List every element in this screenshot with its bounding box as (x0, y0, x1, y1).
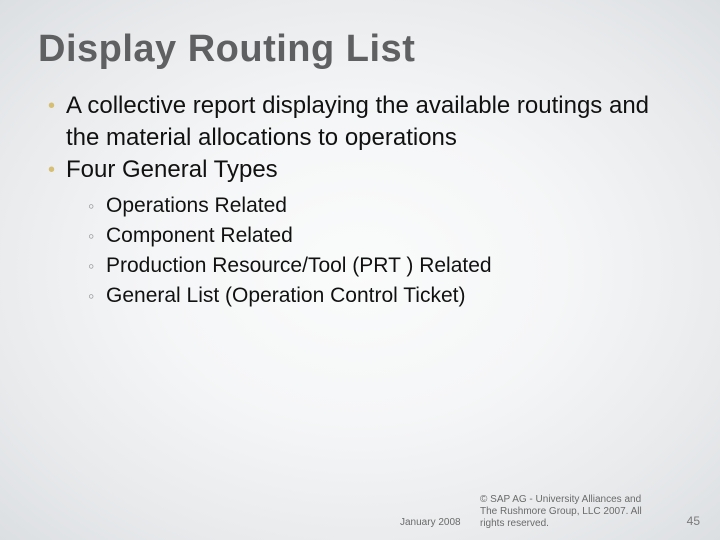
sub-bullet-icon: ◦ (88, 222, 106, 250)
bullet-text: A collective report displaying the avail… (66, 90, 680, 154)
bullet-item: • Four General Types (48, 154, 680, 186)
sub-bullet-list: ◦ Operations Related ◦ Component Related… (88, 192, 680, 310)
bullet-icon: • (48, 90, 66, 122)
slide-content: • A collective report displaying the ava… (48, 90, 680, 312)
footer-page-number: 45 (687, 514, 700, 528)
sub-bullet-icon: ◦ (88, 252, 106, 280)
bullet-text: Four General Types (66, 154, 278, 186)
sub-bullet-icon: ◦ (88, 282, 106, 310)
bullet-icon: • (48, 154, 66, 186)
sub-bullet-item: ◦ Component Related (88, 222, 680, 250)
bullet-item: • A collective report displaying the ava… (48, 90, 680, 154)
sub-bullet-icon: ◦ (88, 192, 106, 220)
sub-bullet-item: ◦ Production Resource/Tool (PRT ) Relate… (88, 252, 680, 280)
sub-bullet-item: ◦ Operations Related (88, 192, 680, 220)
sub-bullet-text: General List (Operation Control Ticket) (106, 282, 465, 310)
sub-bullet-text: Component Related (106, 222, 293, 250)
slide: Display Routing List • A collective repo… (0, 0, 720, 540)
sub-bullet-text: Operations Related (106, 192, 287, 220)
sub-bullet-text: Production Resource/Tool (PRT ) Related (106, 252, 492, 280)
footer-copyright: © SAP AG - University Alliances and The … (480, 494, 660, 530)
footer-date: January 2008 (400, 517, 461, 528)
slide-title: Display Routing List (38, 28, 415, 71)
sub-bullet-item: ◦ General List (Operation Control Ticket… (88, 282, 680, 310)
